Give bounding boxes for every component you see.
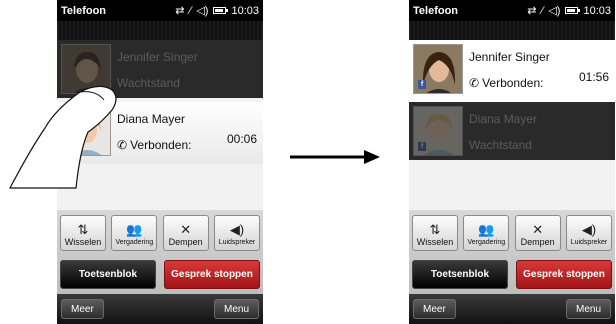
speaker-icon: ◀) [229,222,245,237]
call-controls: ⇅ Wisselen 👥 Vergadering ✕ Dempen ◀) Lui… [409,210,615,294]
speaker-button[interactable]: ◀) Luidspreker [565,215,612,251]
data-arrows-icon: ⇄ [527,5,537,17]
clock: 10:03 [583,4,611,17]
call-controls: ⇅ Wisselen 👥 Vergadering ✕ Dempen ◀) Lui… [57,210,263,294]
softkey-bar: Meer Menu [409,294,615,324]
more-softkey[interactable]: Meer [61,299,104,319]
contact-name: Jennifer Singer [469,50,550,64]
swap-arrows-icon: ⇅ [77,222,89,237]
call-list: f Jennifer Singer ✆ Verbonden: 01:56 f D… [409,40,615,210]
softkey-bar: Meer Menu [57,294,263,324]
swap-button[interactable]: ⇅ Wisselen [60,215,106,251]
call-status: Wachtstand [469,138,532,152]
contact-name: Diana Mayer [469,112,538,126]
transition-arrow-icon [290,150,380,164]
mute-mic-icon: ✕ [180,222,192,237]
clock: 10:03 [231,4,259,17]
swap-button[interactable]: ⇅ Wisselen [412,215,458,251]
mute-button[interactable]: ✕ Dempen [514,215,561,251]
call-status: ✆ Verbonden: [469,76,544,90]
mute-mic-icon: ✕ [532,222,544,237]
finger-tap-icon [9,85,117,189]
menu-softkey[interactable]: Menu [565,299,611,319]
volume-icon: ◁) [196,5,209,17]
contact-name: Jennifer Singer [117,50,198,64]
end-call-button[interactable]: Gesprek stoppen [516,260,612,289]
menu-softkey[interactable]: Menu [213,299,259,319]
people-icon: 👥 [478,222,495,237]
mute-button[interactable]: ✕ Dempen [162,215,209,251]
conference-button[interactable]: 👥 Vergadering [463,215,510,251]
signal-icon: ⁄ [541,4,544,17]
keypad-button[interactable]: Toetsenblok [60,260,156,289]
facebook-badge-icon: f [418,80,426,89]
call-row-held[interactable]: f Diana Mayer Wachtstand [409,102,615,160]
conference-button[interactable]: 👥 Vergadering [111,215,158,251]
status-bar: Telefoon ⇄ ⁄ ◁) 10:03 [409,0,615,21]
call-timer: 00:06 [226,132,257,146]
speaker-icon: ◀) [581,222,597,237]
people-icon: 👥 [126,222,143,237]
phone-handset-icon: ✆ [469,76,480,90]
header-strip [57,21,263,40]
contact-photo: f [413,44,463,94]
end-call-button[interactable]: Gesprek stoppen [164,260,260,289]
status-bar: Telefoon ⇄ ⁄ ◁) 10:03 [57,0,263,21]
header-strip [409,21,615,40]
battery-icon [565,7,581,14]
phone-screen-after: Telefoon ⇄ ⁄ ◁) 10:03 f Jennifer Singer [409,0,615,324]
contact-photo: f [413,106,463,156]
more-softkey[interactable]: Meer [413,299,456,319]
volume-icon: ◁) [548,5,561,17]
app-title: Telefoon [413,4,459,17]
facebook-badge-icon: f [418,142,426,151]
signal-icon: ⁄ [189,4,192,17]
call-timer: 01:56 [578,70,609,84]
speaker-button[interactable]: ◀) Luidspreker [213,215,260,251]
call-row-active[interactable]: f Jennifer Singer ✆ Verbonden: 01:56 [409,40,615,102]
swap-arrows-icon: ⇅ [429,222,441,237]
app-title: Telefoon [61,4,107,17]
data-arrows-icon: ⇄ [175,5,185,17]
keypad-button[interactable]: Toetsenblok [412,260,508,289]
battery-icon [213,7,229,14]
